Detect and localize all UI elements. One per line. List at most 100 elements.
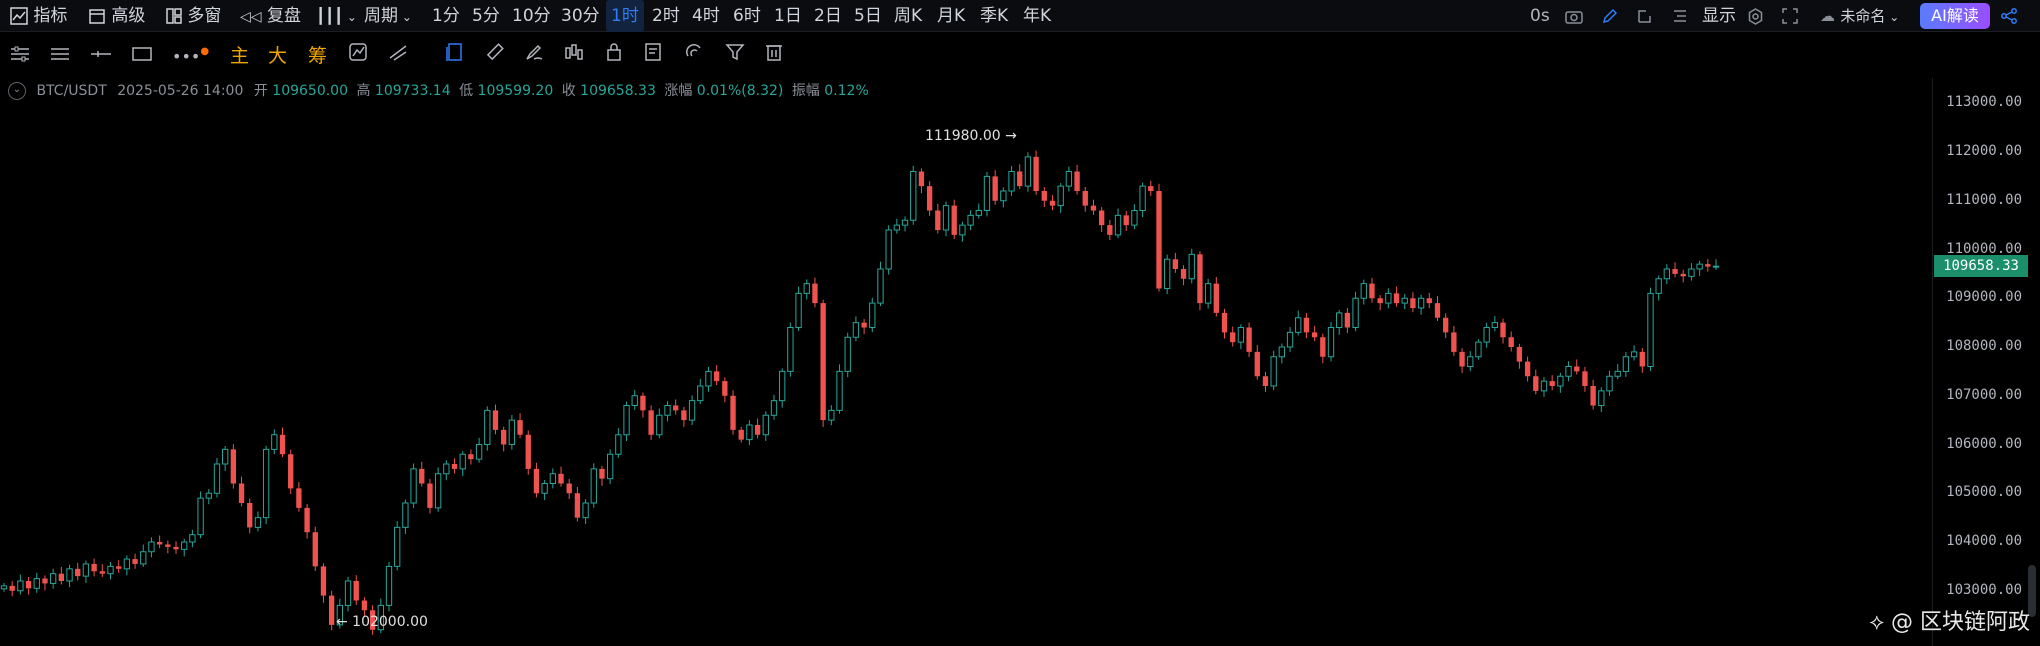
display-button[interactable]: 显示 bbox=[1702, 0, 1736, 32]
interval-1m[interactable]: 1分 bbox=[432, 0, 460, 32]
candle-body bbox=[1360, 283, 1367, 299]
edit-button[interactable] bbox=[1637, 0, 1653, 32]
candle bbox=[762, 411, 769, 442]
camera-button[interactable] bbox=[1565, 0, 1583, 32]
candle-body bbox=[1017, 171, 1023, 187]
interval-10m[interactable]: 10分 bbox=[512, 0, 551, 32]
interval-1h[interactable]: 1时 bbox=[606, 0, 644, 32]
interval-6h[interactable]: 6时 bbox=[733, 0, 761, 32]
candle-body bbox=[1663, 268, 1671, 280]
settings-button[interactable] bbox=[1747, 0, 1764, 32]
candle-body bbox=[1148, 186, 1154, 191]
candlestick-chart[interactable] bbox=[0, 78, 1932, 646]
draw-toggle-button[interactable] bbox=[1601, 0, 1619, 32]
candle bbox=[0, 582, 8, 592]
rectangle-button[interactable] bbox=[132, 38, 152, 74]
candle bbox=[1614, 364, 1621, 380]
candle-body bbox=[91, 563, 97, 572]
candle-body bbox=[9, 585, 15, 591]
candle bbox=[468, 449, 474, 465]
candle-body bbox=[459, 453, 466, 470]
more-tools-button[interactable]: •••● bbox=[172, 38, 209, 74]
parallel-lines-button[interactable] bbox=[50, 38, 70, 74]
candle bbox=[910, 165, 917, 225]
interval-5m[interactable]: 5分 bbox=[472, 0, 500, 32]
candle-body bbox=[1188, 253, 1195, 280]
big-indicator-button[interactable]: 大 bbox=[268, 38, 287, 74]
horizontal-line-icon bbox=[91, 51, 111, 57]
filter-button[interactable] bbox=[725, 38, 745, 74]
candle bbox=[1475, 339, 1482, 360]
candles-tool-button[interactable] bbox=[564, 38, 584, 74]
candle bbox=[648, 405, 654, 440]
candle-body bbox=[1107, 225, 1113, 235]
candle bbox=[197, 491, 204, 539]
share-button[interactable] bbox=[2000, 0, 2018, 32]
multi-window-button[interactable]: 多窗 bbox=[166, 0, 221, 32]
brush-button[interactable] bbox=[524, 38, 544, 74]
candle-body bbox=[1230, 332, 1236, 343]
candle bbox=[869, 297, 876, 333]
interval-4h[interactable]: 4时 bbox=[692, 0, 720, 32]
chips-indicator-button[interactable]: 筹 bbox=[308, 38, 327, 74]
magnet-button[interactable] bbox=[684, 38, 704, 74]
candle-body bbox=[1565, 366, 1572, 377]
candle bbox=[353, 575, 359, 605]
interval-2h[interactable]: 2时 bbox=[652, 0, 680, 32]
note-button[interactable] bbox=[644, 38, 664, 74]
candle bbox=[1705, 258, 1711, 272]
interval-year[interactable]: 年K bbox=[1023, 0, 1051, 32]
interval-30m[interactable]: 30分 bbox=[561, 0, 600, 32]
delete-drawings-button[interactable] bbox=[765, 38, 783, 74]
candle-body bbox=[1385, 292, 1392, 304]
ai-analysis-button[interactable]: AI解读 bbox=[1920, 3, 1990, 29]
settings-lines-button[interactable] bbox=[10, 38, 30, 74]
candle bbox=[517, 413, 523, 439]
period-dropdown[interactable]: 周期 ⌄ bbox=[364, 0, 412, 32]
interval-quarter[interactable]: 季K bbox=[980, 0, 1008, 32]
compare-button[interactable] bbox=[348, 38, 368, 74]
candle-body bbox=[443, 463, 450, 475]
price-axis[interactable]: 113000.00 112000.00 111000.00 110000.00 1090… bbox=[1932, 78, 2040, 646]
candle bbox=[1663, 264, 1671, 285]
interval-5d[interactable]: 5日 bbox=[854, 0, 882, 32]
candle-body bbox=[230, 449, 237, 484]
ruler-button[interactable] bbox=[485, 38, 505, 74]
candle bbox=[1582, 366, 1588, 392]
candle-body bbox=[1606, 375, 1613, 392]
rewind-icon: ◁◁ bbox=[240, 9, 262, 25]
candle bbox=[1033, 150, 1039, 195]
interval-week[interactable]: 周K bbox=[894, 0, 922, 32]
candle-body bbox=[975, 210, 982, 216]
candle-body bbox=[247, 503, 253, 528]
lock-button[interactable] bbox=[606, 38, 622, 74]
copy-drawing-button[interactable] bbox=[446, 38, 464, 74]
trend-tool-button[interactable] bbox=[388, 38, 408, 74]
candle bbox=[9, 581, 15, 597]
replay-button[interactable]: ◁◁ 复盘 bbox=[240, 0, 301, 32]
candle-body bbox=[681, 410, 687, 421]
candle bbox=[459, 451, 466, 477]
candle bbox=[1467, 351, 1474, 372]
candle bbox=[443, 460, 450, 481]
candle-body bbox=[983, 175, 991, 211]
list-button[interactable] bbox=[1672, 0, 1688, 32]
horizontal-line-button[interactable] bbox=[90, 38, 112, 74]
collapse-icon[interactable]: ⌄ bbox=[8, 82, 26, 100]
candle bbox=[222, 446, 229, 471]
chart-type-dropdown[interactable]: ┃┃┃ ⌄ bbox=[316, 0, 357, 32]
interval-2d[interactable]: 2日 bbox=[814, 0, 842, 32]
candle-body bbox=[599, 468, 605, 479]
interval-1d[interactable]: 1日 bbox=[774, 0, 802, 32]
indicators-button[interactable]: 指标 bbox=[10, 0, 67, 32]
layout-dropdown[interactable]: ☁ 未命名 ⌄ bbox=[1820, 0, 1899, 32]
candle-body bbox=[66, 568, 73, 582]
advanced-button[interactable]: 高级 bbox=[88, 0, 145, 32]
candle bbox=[1107, 220, 1113, 240]
main-indicator-button[interactable]: 主 bbox=[230, 38, 249, 74]
interval-month[interactable]: 月K bbox=[937, 0, 965, 32]
fullscreen-button[interactable] bbox=[1782, 0, 1798, 32]
list-icon bbox=[1674, 10, 1686, 22]
candle bbox=[1557, 372, 1564, 393]
candle bbox=[533, 462, 540, 498]
